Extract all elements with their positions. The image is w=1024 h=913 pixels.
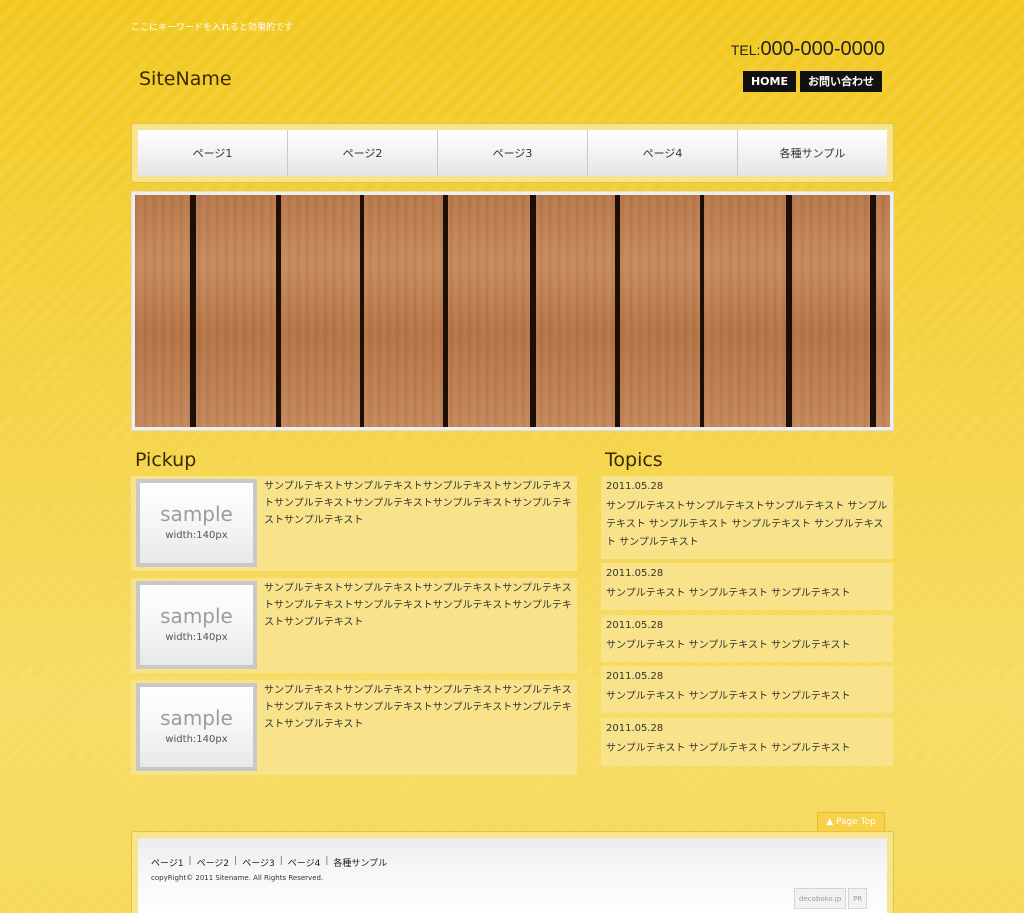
- decoboko-badge[interactable]: decoboko.jp: [794, 888, 847, 909]
- footer-separator: |: [188, 856, 192, 866]
- topic-item[interactable]: 2011.05.28 サンプルテキスト サンプルテキスト サンプルテキスト: [601, 718, 893, 766]
- header-tel: TEL:000-000-0000: [731, 38, 885, 61]
- hero-banner: [131, 191, 894, 431]
- nav-item-page3[interactable]: ページ3: [438, 130, 588, 176]
- topic-item[interactable]: 2011.05.28 サンプルテキスト サンプルテキスト サンプルテキスト: [601, 666, 893, 713]
- footer-link-samples[interactable]: 各種サンプル: [333, 856, 387, 869]
- nav-item-samples[interactable]: 各種サンプル: [738, 130, 887, 176]
- nav-item-page1[interactable]: ページ1: [138, 130, 288, 176]
- footer-badges: decoboko.jp PR: [794, 888, 868, 909]
- contact-button[interactable]: お問い合わせ: [800, 71, 882, 92]
- footer-separator: |: [325, 856, 329, 866]
- pickup-text: サンプルテキストサンプルテキストサンプルテキストサンプルテキストサンプルテキスト…: [264, 583, 572, 628]
- pickup-text: サンプルテキストサンプルテキストサンプルテキストサンプルテキストサンプルテキスト…: [264, 685, 572, 730]
- topic-date: 2011.05.28: [606, 723, 664, 734]
- topics-title: Topics: [605, 449, 663, 471]
- global-nav: ページ1 ページ2 ページ3 ページ4 各種サンプル: [138, 130, 887, 176]
- footer: ページ1 | ページ2 | ページ3 | ページ4 | 各種サンプル copyR…: [131, 831, 894, 913]
- tel-number: 000-000-0000: [760, 38, 885, 60]
- copyright: copyRight© 2011 Sitename. All Rights Res…: [151, 874, 324, 882]
- footer-inner: ページ1 | ページ2 | ページ3 | ページ4 | 各種サンプル copyR…: [138, 838, 887, 913]
- pickup-item: sample width:140px サンプルテキストサンプルテキストサンプルテ…: [131, 680, 577, 775]
- topic-text: サンプルテキスト サンプルテキスト サンプルテキスト: [606, 588, 851, 599]
- hero-wood-image: [135, 195, 890, 427]
- topic-text: サンプルテキスト サンプルテキスト サンプルテキスト: [606, 743, 851, 754]
- footer-link-page4[interactable]: ページ4: [288, 856, 321, 869]
- topic-date: 2011.05.28: [606, 620, 664, 631]
- topic-item[interactable]: 2011.05.28 サンプルテキスト サンプルテキスト サンプルテキスト: [601, 563, 893, 610]
- pickup-item: sample width:140px サンプルテキストサンプルテキストサンプルテ…: [131, 578, 577, 673]
- home-button[interactable]: HOME: [742, 71, 796, 92]
- topic-date: 2011.05.28: [606, 568, 664, 579]
- footer-separator: |: [279, 856, 283, 866]
- global-nav-box: ページ1 ページ2 ページ3 ページ4 各種サンプル: [131, 123, 894, 183]
- topic-item[interactable]: 2011.05.28 サンプルテキスト サンプルテキスト サンプルテキスト: [601, 615, 893, 662]
- page-wrapper: ここにキーワードを入れると効果的です SiteName TEL:000-000-…: [131, 0, 894, 913]
- pickup-title: Pickup: [135, 449, 197, 471]
- nav-item-page4[interactable]: ページ4: [588, 130, 738, 176]
- footer-link-page1[interactable]: ページ1: [151, 856, 184, 869]
- page-top-button[interactable]: ▲ Page Top: [817, 812, 885, 832]
- nav-item-page2[interactable]: ページ2: [288, 130, 438, 176]
- footer-separator: |: [234, 856, 238, 866]
- tel-label: TEL:: [730, 42, 761, 58]
- topic-date: 2011.05.28: [606, 671, 664, 682]
- footer-link-page2[interactable]: ページ2: [197, 856, 230, 869]
- topic-text: サンプルテキストサンプルテキストサンプルテキスト サンプルテキスト サンプルテキ…: [606, 501, 888, 548]
- pickup-text: サンプルテキストサンプルテキストサンプルテキストサンプルテキストサンプルテキスト…: [264, 481, 572, 526]
- topic-text: サンプルテキスト サンプルテキスト サンプルテキスト: [606, 640, 851, 651]
- topic-text: サンプルテキスト サンプルテキスト サンプルテキスト: [606, 691, 851, 702]
- topic-item[interactable]: 2011.05.28 サンプルテキストサンプルテキストサンプルテキスト サンプル…: [601, 476, 893, 559]
- pr-badge[interactable]: PR: [848, 888, 868, 909]
- sample-image[interactable]: sample width:140px: [136, 683, 257, 771]
- header-keyword: ここにキーワードを入れると効果的です: [131, 23, 294, 33]
- footer-nav: ページ1 | ページ2 | ページ3 | ページ4 | 各種サンプル: [151, 856, 387, 869]
- sample-image[interactable]: sample width:140px: [136, 479, 257, 567]
- footer-link-page3[interactable]: ページ3: [242, 856, 275, 869]
- sample-image[interactable]: sample width:140px: [136, 581, 257, 669]
- pickup-item: sample width:140px サンプルテキストサンプルテキストサンプルテ…: [131, 476, 577, 571]
- site-name[interactable]: SiteName: [139, 68, 232, 90]
- topic-date: 2011.05.28: [606, 481, 664, 492]
- header-buttons: HOME お問い合わせ: [742, 71, 882, 92]
